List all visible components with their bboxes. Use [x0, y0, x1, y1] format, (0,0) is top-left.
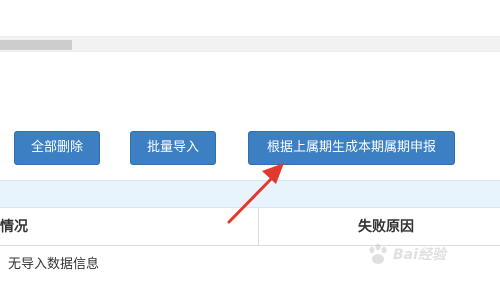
empty-data-message: 无导入数据信息	[8, 257, 100, 272]
horizontal-scrollbar[interactable]	[0, 36, 500, 52]
batch-import-button[interactable]: 批量导入	[130, 131, 216, 165]
delete-all-button[interactable]: 全部删除	[14, 131, 100, 165]
baidu-paw-logo-icon	[369, 243, 387, 264]
table-toolbar-band	[0, 180, 500, 208]
generate-from-previous-period-button[interactable]: 根据上属期生成本期属期申报	[248, 131, 455, 165]
top-area	[0, 0, 500, 36]
watermark-text: Bai经验	[393, 247, 446, 263]
scrollbar-thumb[interactable]	[0, 40, 72, 50]
column-header-status: 情况	[0, 219, 28, 235]
column-divider	[258, 208, 259, 246]
baidu-watermark: Bai经验	[365, 236, 497, 276]
